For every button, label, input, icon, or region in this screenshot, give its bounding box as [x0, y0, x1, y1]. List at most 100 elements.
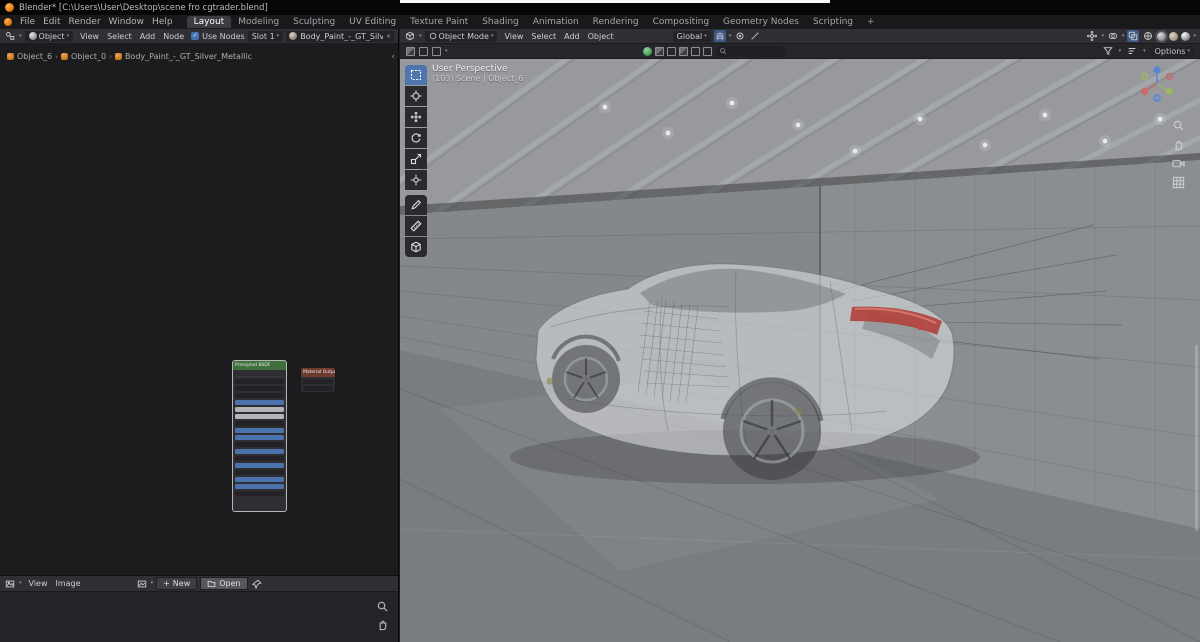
tool-rotate-button[interactable]	[405, 128, 427, 148]
zoom-icon[interactable]	[1172, 117, 1186, 131]
blender-menu-icon[interactable]	[4, 18, 12, 26]
tool-annotate-button[interactable]	[405, 195, 427, 215]
options-dropdown[interactable]: Options ▾	[1150, 45, 1194, 57]
shader-mode-dropdown[interactable]: Object ▾	[24, 30, 74, 42]
view-layer-icon[interactable]	[667, 46, 676, 56]
navigation-gizmo[interactable]	[1136, 63, 1178, 105]
zoom-icon[interactable]	[376, 598, 390, 612]
image-datablock-icon[interactable]	[136, 578, 148, 590]
mode-dropdown[interactable]: Object Mode ▾	[424, 30, 498, 42]
header-search[interactable]	[715, 45, 787, 57]
workspace-tab-modeling[interactable]: Modeling	[231, 16, 286, 28]
menu-file[interactable]: File	[16, 17, 39, 27]
header-search-input[interactable]	[730, 47, 780, 55]
editor-type-icon[interactable]	[4, 578, 16, 590]
image-editor-canvas[interactable]	[0, 592, 398, 642]
active-tool-icon[interactable]	[406, 46, 415, 56]
datablock-icon	[60, 53, 68, 60]
editor-type-icon[interactable]	[404, 30, 416, 42]
workspace-tab-uv-editing[interactable]: UV Editing	[342, 16, 403, 28]
tool-move-button[interactable]	[405, 107, 427, 127]
camera-view-icon[interactable]	[1172, 155, 1186, 169]
menu-help[interactable]: Help	[148, 17, 177, 27]
render-pass-icon-3[interactable]	[703, 46, 712, 56]
workspace-tab-texture-paint[interactable]: Texture Paint	[403, 16, 475, 28]
chevron-down-icon: ▾	[419, 32, 422, 39]
workspace-tab-rendering[interactable]: Rendering	[586, 16, 646, 28]
3d-scene[interactable]	[400, 59, 1200, 642]
node-material-output[interactable]: Material Output	[300, 367, 336, 393]
tool-option-icon-2[interactable]	[432, 46, 441, 56]
transform-orientation-dropdown[interactable]: Global ▾	[672, 30, 711, 42]
viewport-menus: View Select Add Object	[500, 32, 617, 41]
viewport-scrollbar[interactable]	[1195, 345, 1198, 531]
shader-menu-view[interactable]: View	[76, 32, 103, 41]
slot-dropdown[interactable]: Slot 1 ▾	[247, 30, 284, 42]
toggle-orthographic-icon[interactable]	[1172, 174, 1186, 189]
shader-menus: View Select Add Node	[76, 32, 188, 41]
workspace-tab-animation[interactable]: Animation	[526, 16, 586, 28]
material-selector[interactable]: Body_Paint_-_GT_Silver_M✕	[286, 30, 394, 42]
snap-magnet-icon[interactable]	[713, 30, 726, 42]
menu-render[interactable]: Render	[65, 17, 105, 27]
render-pass-icon-2[interactable]	[691, 46, 700, 56]
tool-add-cube-button[interactable]	[405, 237, 427, 257]
open-image-button[interactable]: Open	[200, 577, 248, 590]
show-overlays-icon[interactable]	[1107, 30, 1119, 42]
menu-window[interactable]: Window	[105, 17, 149, 27]
shading-solid-icon[interactable]	[1157, 31, 1167, 41]
scene-icon[interactable]	[655, 46, 664, 56]
tool-measure-button[interactable]	[405, 216, 427, 236]
render-pass-icon-1[interactable]	[679, 46, 688, 56]
image-menus: View Image	[25, 579, 85, 588]
view-name-label: User Perspective	[432, 64, 508, 74]
shader-menu-node[interactable]: Node	[159, 32, 188, 41]
region-collapse-arrow[interactable]: ‹	[391, 52, 395, 62]
unlink-material-icon[interactable]: ✕	[386, 33, 391, 40]
chevron-down-icon: ▾	[276, 32, 280, 39]
viewport-canvas[interactable]: User Perspective (103) Scene | Object_6	[400, 59, 1200, 642]
preview-sphere-icon[interactable]	[643, 46, 652, 56]
tool-scale-button[interactable]	[405, 149, 427, 169]
viewport-menu-view[interactable]: View	[500, 32, 527, 41]
pin-icon[interactable]	[251, 578, 263, 590]
toggle-xray-icon[interactable]	[1127, 30, 1140, 42]
menu-edit[interactable]: Edit	[39, 17, 64, 27]
workspace-tab-compositing[interactable]: Compositing	[646, 16, 716, 28]
workspace-tab-sculpting[interactable]: Sculpting	[286, 16, 342, 28]
filter-icon[interactable]	[1102, 45, 1114, 57]
show-gizmo-icon[interactable]	[1086, 30, 1098, 42]
add-workspace-button[interactable]: +	[860, 16, 882, 28]
viewport-toolsettings: ▾ ▾ ▾ Options ▾	[400, 44, 1200, 59]
shading-wireframe-icon[interactable]	[1142, 30, 1154, 42]
tool-select-box-button[interactable]	[405, 65, 427, 85]
new-image-button[interactable]: + New	[156, 577, 198, 590]
sort-icon[interactable]	[1126, 45, 1138, 57]
viewport-menu-object[interactable]: Object	[584, 32, 618, 41]
pan-hand-icon[interactable]	[1172, 136, 1186, 151]
shader-editor-canvas[interactable]: Object_6 › Object_0 › Body_Paint_-_GT_Silver…	[0, 44, 398, 575]
shading-rendered-icon[interactable]	[1181, 31, 1191, 41]
tool-option-icon-1[interactable]	[419, 46, 428, 56]
workspace-tab-geometry-nodes[interactable]: Geometry Nodes	[716, 16, 806, 28]
use-nodes-checkbox[interactable]: ✓ Use Nodes	[191, 32, 245, 41]
shader-menu-add[interactable]: Add	[136, 32, 160, 41]
shading-material-icon[interactable]	[1169, 31, 1179, 41]
viewport-menu-select[interactable]: Select	[527, 32, 560, 41]
pan-hand-icon[interactable]	[376, 616, 390, 631]
workspace-tab-shading[interactable]: Shading	[475, 16, 526, 28]
node-principled-bsdf[interactable]: Principled BSDF	[232, 360, 287, 512]
proportional-falloff-icon[interactable]	[749, 30, 761, 42]
proportional-editing-icon[interactable]	[734, 30, 746, 42]
editor-type-icon[interactable]	[4, 30, 16, 42]
viewport-menu-add[interactable]: Add	[560, 32, 584, 41]
image-menu-view[interactable]: View	[25, 579, 52, 588]
workspace-tab-scripting[interactable]: Scripting	[806, 16, 860, 28]
breadcrumb-separator: ›	[55, 52, 58, 61]
tool-cursor-button[interactable]	[405, 86, 427, 106]
tool-transform-button[interactable]	[405, 170, 427, 190]
workspace-tab-layout[interactable]: Layout	[186, 16, 232, 28]
shader-menu-select[interactable]: Select	[103, 32, 136, 41]
image-menu-image[interactable]: Image	[52, 579, 85, 588]
node-socket-row	[235, 427, 284, 433]
